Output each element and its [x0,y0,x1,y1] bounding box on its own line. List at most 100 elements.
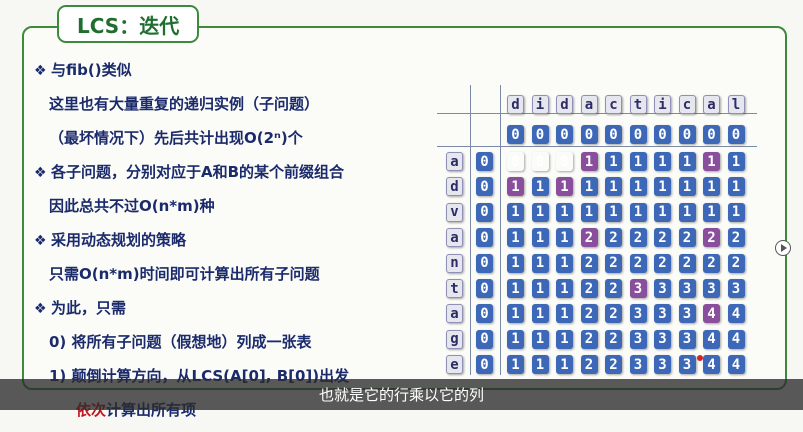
lcs-table: didactical0000000000a0d0v0a0n0t0a0g0e000… [437,85,759,378]
lcs-value-cell: 3 [678,355,696,375]
top-letter-cell: c [605,95,622,114]
top-letter-cell: a [703,95,720,114]
lcs-value-cell: 2 [727,253,745,273]
lcs-value-cell: 3 [678,329,696,349]
lcs-value-cell: 1 [654,202,671,222]
lcs-value-cell: 1 [531,177,549,197]
lcs-value-cell: 2 [605,329,622,349]
bullet-3-text: 采用动态规划的策略 [51,231,187,249]
lcs-value-cell: 1 [531,228,549,248]
lcs-value-cell: 3 [678,304,696,324]
slide-content: ❖ 与fib()类似 这里也有大量重复的递归实例（子问题） （最坏情况下）先后共计… [34,58,424,432]
lcs-value-cell: 1 [580,202,598,222]
lcs-value-cell: 3 [629,355,647,375]
lcs-value-cell: 3 [629,329,647,349]
lcs-value-cell: 1 [507,279,524,298]
top-letter-cell: c [678,95,696,114]
bullet-diamond-icon: ❖ [34,63,47,79]
lcs-value-cell: 1 [531,202,549,222]
lcs-value-cell: 1 [678,152,696,171]
lcs-value-cell: 2 [580,355,598,375]
lcs-value-cell: 2 [605,304,622,324]
lcs-value-cell: 1 [556,279,573,298]
lcs-value-cell: 3 [654,304,671,324]
zero-col-cell: 0 [476,304,493,324]
zero-col-cell: 0 [476,228,493,248]
lcs-value-cell: 1 [531,279,549,298]
zero-col-cell: 0 [476,355,493,375]
table-side-divider [470,85,471,375]
play-icon[interactable] [775,240,791,256]
bullet-2-line-1: 因此总共不过O(n*m)种 [49,197,215,215]
lcs-value-cell: 1 [507,304,524,324]
lcs-value-cell: 2 [654,228,671,248]
lcs-value-cell: 2 [580,329,598,349]
bullet-1-line-1: 这里也有大量重复的递归实例（子问题） [49,95,320,113]
lcs-value-cell: 1 [605,152,622,171]
subtitle-bar: 也就是它的行乘以它的列 [0,379,803,410]
top-letter-cell: l [727,95,745,114]
lcs-value-cell: 3 [654,329,671,349]
lcs-value-cell: 1 [629,152,647,171]
bullet-3-line-1: 只需O(n*m)时间即可计算出所有子问题 [49,265,320,283]
lcs-value-cell: 2 [703,228,720,248]
zero-col-cell: 0 [476,329,493,349]
side-letter-cell: n [446,253,463,273]
zero-row-cell: 0 [629,125,647,144]
lcs-value-cell: 1 [654,152,671,171]
lcs-value-cell: 1 [654,177,671,197]
lcs-value-cell: 1 [507,228,524,248]
zero-col-cell: 0 [476,152,493,171]
lcs-value-cell: 1 [507,177,524,197]
lcs-value-cell: 2 [580,228,598,248]
zero-row-cell: 0 [580,125,598,144]
zero-row-cell: 0 [556,125,573,144]
top-letter-cell: a [580,95,598,114]
top-letter-cell: i [654,95,671,114]
side-letter-cell: a [446,228,463,248]
lcs-value-cell: 2 [605,228,622,248]
lcs-value-cell: 1 [605,177,622,197]
bullet-4-text: 为此，只需 [51,299,127,317]
top-letter-cell: d [507,95,524,114]
lcs-value-cell: 3 [654,355,671,375]
lcs-value-cell: 1 [629,202,647,222]
top-letter-cell: i [531,95,549,114]
zero-col-cell: 0 [476,253,493,273]
zero-row-cell: 0 [507,125,524,144]
bullet-1-line-2: （最坏情况下）先后共计出现O(2ⁿ)个 [49,129,303,147]
lcs-value-cell: 3 [703,279,720,298]
side-letter-cell: a [446,152,463,171]
lcs-value-cell: 1 [703,152,720,171]
lcs-value-cell: 2 [605,253,622,273]
lcs-value-cell: 2 [605,355,622,375]
top-letter-cell: d [556,95,573,114]
lcs-value-cell: 1 [531,304,549,324]
lcs-value-cell: 2 [629,228,647,248]
lcs-value-cell: 1 [678,202,696,222]
lcs-value-cell: 4 [703,355,720,375]
lcs-value-cell: 1 [727,177,745,197]
lcs-value-cell: 1 [556,228,573,248]
table-zero-col-divider [500,85,501,375]
lcs-value-cell: 1 [531,329,549,349]
bullet-2: ❖ 各子问题，分别对应于A和B的某个前缀组合 [34,160,424,194]
lcs-value-cell: 1 [531,253,549,273]
zero-row-cell: 0 [531,125,549,144]
zero-row-cell: 0 [605,125,622,144]
side-letter-cell: e [446,355,463,375]
zero-col-cell: 0 [476,177,493,197]
side-letter-cell: a [446,304,463,324]
lcs-value-cell: 0 [532,152,549,171]
zero-row-cell: 0 [654,125,671,144]
lcs-value-cell: 1 [703,177,720,197]
side-letter-cell: d [446,177,463,197]
lcs-value-cell: 1 [629,177,647,197]
bullet-diamond-icon: ❖ [34,165,47,181]
lcs-value-cell: 1 [580,152,598,171]
lcs-value-cell: 3 [654,279,671,298]
lcs-value-cell: 2 [605,279,622,298]
bullet-diamond-icon: ❖ [34,301,47,317]
lcs-value-cell: 3 [727,279,745,298]
lcs-value-cell: 1 [556,177,573,197]
